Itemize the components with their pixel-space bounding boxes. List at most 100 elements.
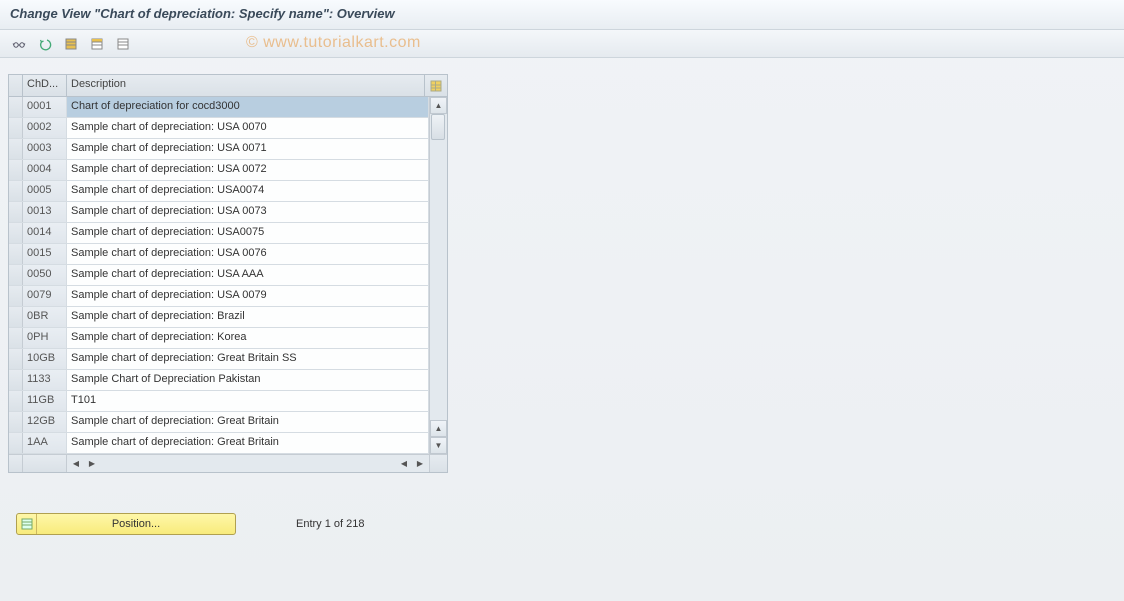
table-row[interactable]: 12GBSample chart of depreciation: Great …: [9, 412, 429, 433]
cell-description[interactable]: Sample chart of depreciation: USA 0079: [67, 286, 429, 306]
column-header-description[interactable]: Description: [67, 75, 425, 96]
cell-chd[interactable]: 0001: [23, 97, 67, 117]
cell-description[interactable]: Sample chart of depreciation: Great Brit…: [67, 412, 429, 432]
hscroll-right2-button[interactable]: ▶: [413, 457, 427, 471]
table-row[interactable]: 1AASample chart of depreciation: Great B…: [9, 433, 429, 454]
glasses-icon: [12, 37, 26, 51]
row-selector[interactable]: [9, 223, 23, 243]
cell-chd[interactable]: 0002: [23, 118, 67, 138]
cell-chd[interactable]: 0005: [23, 181, 67, 201]
scroll-line-up-button[interactable]: ▲: [430, 420, 447, 437]
cell-chd[interactable]: 1133: [23, 370, 67, 390]
cell-chd[interactable]: 0PH: [23, 328, 67, 348]
table-row[interactable]: 0003Sample chart of depreciation: USA 00…: [9, 139, 429, 160]
toolbar: © www.tutorialkart.com: [0, 30, 1124, 58]
table-row[interactable]: 0050Sample chart of depreciation: USA AA…: [9, 265, 429, 286]
hscroll-right-button[interactable]: ▶: [85, 457, 99, 471]
row-selector[interactable]: [9, 433, 23, 453]
select-all-button[interactable]: [60, 33, 82, 55]
row-selector[interactable]: [9, 328, 23, 348]
row-selector[interactable]: [9, 181, 23, 201]
scroll-thumb[interactable]: [431, 114, 445, 140]
cell-chd[interactable]: 11GB: [23, 391, 67, 411]
table-row[interactable]: 1133Sample Chart of Depreciation Pakista…: [9, 370, 429, 391]
horizontal-scroll-row: ◀ ▶ ◀ ▶: [9, 454, 447, 472]
cell-chd[interactable]: 0015: [23, 244, 67, 264]
row-selector-header[interactable]: [9, 75, 23, 96]
cell-description[interactable]: Sample chart of depreciation: Korea: [67, 328, 429, 348]
scroll-up-button[interactable]: ▲: [430, 97, 447, 114]
column-header-chd[interactable]: ChD...: [23, 75, 67, 96]
position-label: Position...: [37, 518, 235, 530]
table-row[interactable]: 0014Sample chart of depreciation: USA007…: [9, 223, 429, 244]
row-selector[interactable]: [9, 97, 23, 117]
cell-description[interactable]: Sample chart of depreciation: Great Brit…: [67, 433, 429, 453]
table-row[interactable]: 0BRSample chart of depreciation: Brazil: [9, 307, 429, 328]
row-selector[interactable]: [9, 391, 23, 411]
row-selector[interactable]: [9, 286, 23, 306]
cell-chd[interactable]: 0013: [23, 202, 67, 222]
hscroll-left-pad: [9, 455, 23, 472]
cell-chd[interactable]: 12GB: [23, 412, 67, 432]
cell-chd[interactable]: 0014: [23, 223, 67, 243]
table-row[interactable]: 0079Sample chart of depreciation: USA 00…: [9, 286, 429, 307]
footer: Position... Entry 1 of 218: [8, 513, 1116, 535]
cell-description[interactable]: Sample chart of depreciation: USA0074: [67, 181, 429, 201]
data-table: ChD... Description 0001Chart of deprecia…: [8, 74, 448, 473]
table-row[interactable]: 0015Sample chart of depreciation: USA 00…: [9, 244, 429, 265]
cell-description[interactable]: Sample Chart of Depreciation Pakistan: [67, 370, 429, 390]
table-row[interactable]: 11GBT101: [9, 391, 429, 412]
row-selector[interactable]: [9, 370, 23, 390]
vertical-scrollbar[interactable]: ▲ ▲ ▼: [429, 97, 447, 454]
row-selector[interactable]: [9, 349, 23, 369]
row-selector[interactable]: [9, 160, 23, 180]
display-change-toggle-button[interactable]: [8, 33, 30, 55]
row-selector[interactable]: [9, 412, 23, 432]
table-row[interactable]: 0005Sample chart of depreciation: USA007…: [9, 181, 429, 202]
table-row[interactable]: 0013Sample chart of depreciation: USA 00…: [9, 202, 429, 223]
scroll-track[interactable]: [430, 114, 447, 420]
cell-chd[interactable]: 0079: [23, 286, 67, 306]
horizontal-scrollbar[interactable]: ◀ ▶ ◀ ▶: [67, 455, 429, 472]
cell-description[interactable]: Sample chart of depreciation: USA 0073: [67, 202, 429, 222]
scroll-corner: [429, 455, 447, 472]
cell-description[interactable]: Sample chart of depreciation: Great Brit…: [67, 349, 429, 369]
row-selector[interactable]: [9, 118, 23, 138]
cell-chd[interactable]: 1AA: [23, 433, 67, 453]
undo-button[interactable]: [34, 33, 56, 55]
table-row[interactable]: 0001Chart of depreciation for cocd3000: [9, 97, 429, 118]
title-text: Change View "Chart of depreciation: Spec…: [10, 6, 395, 21]
row-selector[interactable]: [9, 139, 23, 159]
cell-chd[interactable]: 10GB: [23, 349, 67, 369]
row-selector[interactable]: [9, 202, 23, 222]
cell-description[interactable]: Sample chart of depreciation: USA0075: [67, 223, 429, 243]
cell-description[interactable]: Sample chart of depreciation: USA 0070: [67, 118, 429, 138]
table-row[interactable]: 0004Sample chart of depreciation: USA 00…: [9, 160, 429, 181]
cell-chd[interactable]: 0050: [23, 265, 67, 285]
cell-description[interactable]: Sample chart of depreciation: Brazil: [67, 307, 429, 327]
table-row[interactable]: 0002Sample chart of depreciation: USA 00…: [9, 118, 429, 139]
select-block-button[interactable]: [86, 33, 108, 55]
cell-description[interactable]: Sample chart of depreciation: USA 0076: [67, 244, 429, 264]
hscroll-left2-button[interactable]: ◀: [397, 457, 411, 471]
hscroll-left-button[interactable]: ◀: [69, 457, 83, 471]
cell-chd[interactable]: 0004: [23, 160, 67, 180]
cell-chd[interactable]: 0BR: [23, 307, 67, 327]
table-row[interactable]: 0PHSample chart of depreciation: Korea: [9, 328, 429, 349]
cell-description[interactable]: Chart of depreciation for cocd3000: [67, 97, 429, 117]
cell-description[interactable]: Sample chart of depreciation: USA AAA: [67, 265, 429, 285]
cell-description[interactable]: Sample chart of depreciation: USA 0071: [67, 139, 429, 159]
table-settings-button[interactable]: [425, 75, 447, 96]
cell-description[interactable]: Sample chart of depreciation: USA 0072: [67, 160, 429, 180]
position-button[interactable]: Position...: [16, 513, 236, 535]
table-row[interactable]: 10GBSample chart of depreciation: Great …: [9, 349, 429, 370]
scroll-down-button[interactable]: ▼: [430, 437, 447, 454]
row-selector[interactable]: [9, 307, 23, 327]
table-select-icon: [64, 37, 78, 51]
row-selector[interactable]: [9, 244, 23, 264]
watermark: © www.tutorialkart.com: [246, 34, 421, 52]
row-selector[interactable]: [9, 265, 23, 285]
cell-description[interactable]: T101: [67, 391, 429, 411]
deselect-all-button[interactable]: [112, 33, 134, 55]
cell-chd[interactable]: 0003: [23, 139, 67, 159]
